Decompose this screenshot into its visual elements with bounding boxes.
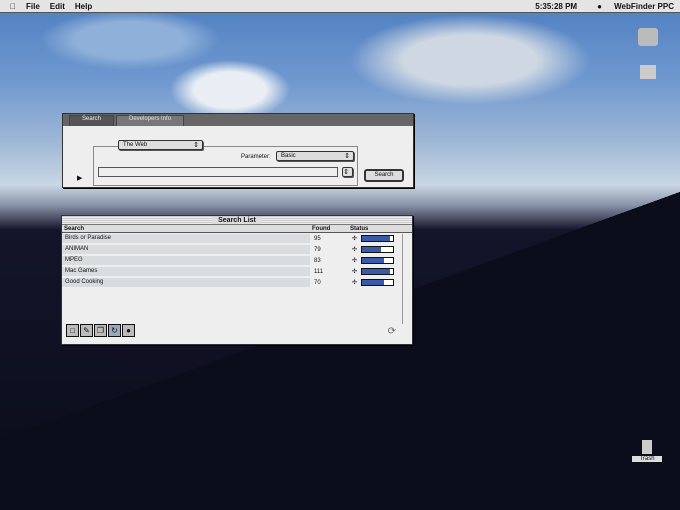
table-row[interactable]: MPEG 83 ✣ (62, 255, 412, 266)
table-row[interactable]: Birds or Paradise 95 ✣ (62, 233, 412, 244)
disk-icon[interactable] (638, 28, 658, 46)
apple-menu-icon[interactable]:  (10, 2, 16, 11)
progress-fill (362, 247, 382, 252)
parameter-popup[interactable]: Basic (276, 151, 354, 161)
title-bar[interactable]: Search List (62, 216, 412, 225)
trash-icon[interactable]: Trash (632, 440, 662, 462)
search-name: Mac Games (62, 267, 310, 276)
copy-icon[interactable]: ❐ (94, 324, 107, 337)
table-row[interactable]: Mac Games 111 ✣ (62, 266, 412, 277)
search-button[interactable]: Search (364, 169, 404, 182)
found-count: 95 (314, 235, 321, 242)
source-popup[interactable]: The Web (118, 140, 203, 150)
window-title: Search List (212, 217, 262, 224)
spinner-icon: ✣ (352, 280, 358, 286)
new-icon[interactable]: □ (66, 324, 79, 337)
column-search[interactable]: Search (62, 225, 312, 232)
spinner-icon: ✣ (352, 258, 358, 264)
menu-file[interactable]: File (26, 2, 40, 11)
toolbar: □ ✎ ❐ ↻ ● (66, 324, 136, 337)
search-name: Birds or Paradise (62, 234, 310, 243)
edit-icon[interactable]: ✎ (80, 324, 93, 337)
drive-icon[interactable] (640, 65, 656, 79)
menu-help[interactable]: Help (75, 2, 92, 11)
scrollbar[interactable] (402, 234, 410, 324)
search-list-window: Search List Search Found Status Birds or… (61, 215, 413, 345)
history-popup[interactable] (342, 167, 353, 177)
column-found[interactable]: Found (312, 225, 350, 232)
column-status[interactable]: Status (350, 225, 396, 232)
menu-edit[interactable]: Edit (50, 2, 65, 11)
application-menu[interactable]: ● WebFinder PPC (597, 2, 674, 11)
tab-bar: Search Developers Info (63, 114, 413, 126)
table-row[interactable]: Good Cooking 70 ✣ (62, 277, 412, 288)
stop-icon[interactable]: ● (122, 324, 135, 337)
search-name: MPEG (62, 256, 310, 265)
search-window: Search Developers Info The Web Parameter… (62, 113, 414, 188)
progress-bar (361, 235, 394, 242)
found-count: 79 (314, 246, 321, 253)
list-header: Search Found Status (62, 225, 412, 233)
parameter-label: Parameter: (241, 154, 271, 160)
found-count: 70 (314, 279, 321, 286)
progress-bar (361, 257, 394, 264)
spinner-icon: ✣ (352, 269, 358, 275)
progress-bar (361, 268, 394, 275)
tab-search[interactable]: Search (69, 115, 115, 126)
table-row[interactable]: ANIMAN 79 ✣ (62, 244, 412, 255)
trash-label: Trash (632, 456, 662, 462)
search-name: ANIMAN (62, 245, 310, 254)
disclosure-triangle-icon[interactable]: ▶ (77, 174, 82, 182)
search-name: Good Cooking (62, 278, 310, 287)
sync-icon: ⟳ (387, 326, 396, 337)
progress-fill (362, 280, 385, 285)
found-count: 111 (314, 268, 324, 275)
found-count: 83 (314, 257, 321, 264)
progress-bar (361, 246, 394, 253)
search-list: Birds or Paradise 95 ✣ ANIMAN 79 ✣ MPEG 83 ✣ Mac … (62, 233, 412, 288)
refresh-icon[interactable]: ↻ (108, 324, 121, 337)
menu-bar:  File Edit Help 5:35:28 PM ● WebFinder … (0, 0, 680, 13)
progress-fill (362, 236, 390, 241)
spinner-icon: ✣ (352, 247, 358, 253)
tab-developers-info[interactable]: Developers Info (116, 115, 185, 126)
progress-fill (362, 258, 385, 263)
app-name: WebFinder PPC (614, 1, 674, 11)
progress-fill (362, 269, 390, 274)
progress-bar (361, 279, 394, 286)
search-query-input[interactable] (98, 167, 338, 177)
clock: 5:35:28 PM (535, 1, 578, 11)
spinner-icon: ✣ (352, 236, 358, 242)
